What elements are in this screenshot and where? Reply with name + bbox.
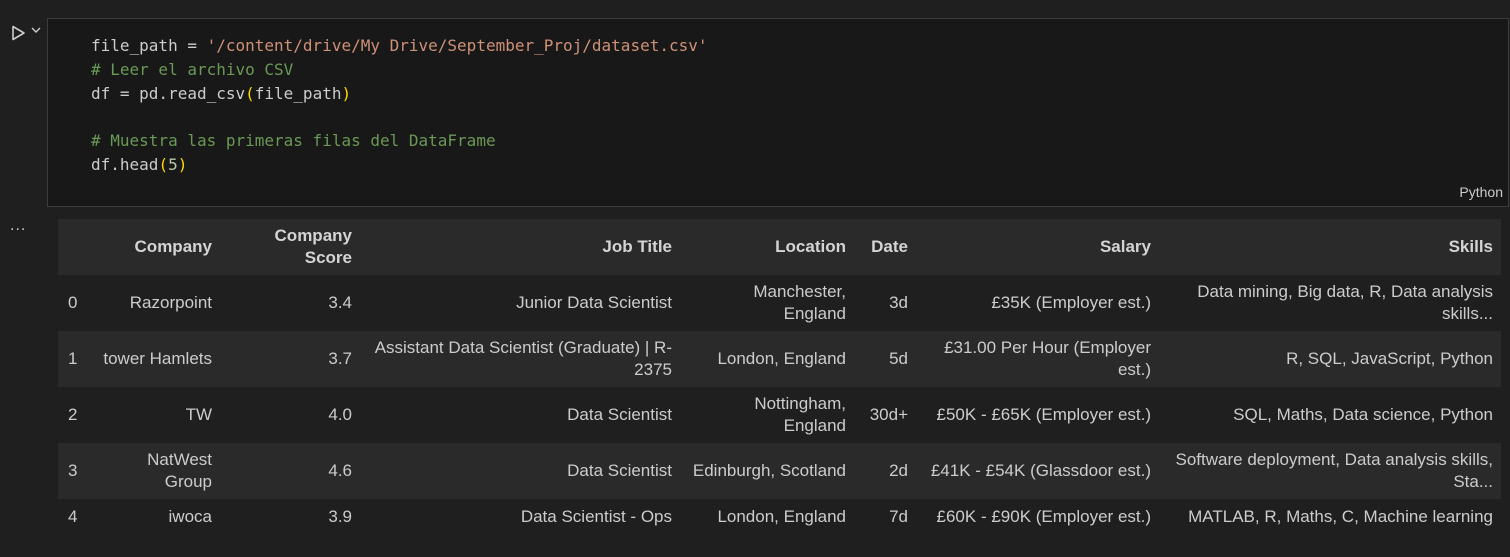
run-cell-icon[interactable] <box>9 24 27 42</box>
column-header-company: Company <box>90 219 220 275</box>
code-block[interactable]: file_path = '/content/drive/My Drive/Sep… <box>91 34 708 177</box>
cell-company: iwoca <box>168 507 212 526</box>
cell-date: 5d <box>889 349 908 368</box>
column-header-date: Date <box>854 219 916 275</box>
code-line: df.head(5) <box>91 153 708 177</box>
cell-salary: £60K - £90K (Employer est.) <box>936 507 1151 526</box>
cell-company-score: 4.6 <box>328 461 352 480</box>
cell-job-title: Junior Data Scientist <box>516 293 672 312</box>
chevron-down-icon[interactable] <box>30 24 42 36</box>
cell-company-score: 3.4 <box>328 293 352 312</box>
notebook-view: file_path = '/content/drive/My Drive/Sep… <box>0 0 1510 557</box>
cell-date: 2d <box>889 461 908 480</box>
cell-date: 30d+ <box>869 405 908 424</box>
cell-company: Razorpoint <box>129 293 212 312</box>
code-token: ( <box>245 83 255 103</box>
column-header-skills: Skills <box>1159 219 1501 275</box>
table-row: 3 NatWest Group 4.6 Data Scientist Edinburgh… <box>58 443 1501 499</box>
cell-company: TW <box>185 405 212 424</box>
cell-company: tower Hamlets <box>103 349 212 368</box>
code-token: ( <box>158 154 169 174</box>
table-row: 0 Razorpoint 3.4 Junior Data Scientist Manch… <box>58 275 1501 331</box>
table-row: 1 tower Hamlets 3.7 Assistant Data Scientis… <box>58 331 1501 387</box>
cell-date: 3d <box>889 293 908 312</box>
column-header-index <box>58 219 90 275</box>
table-row: 2 TW 4.0 Data Scientist Nottingham, England 3… <box>58 387 1501 443</box>
column-header-location: Location <box>680 219 854 275</box>
cell-location: Nottingham, England <box>754 394 846 435</box>
column-header-job-title: Job Title <box>360 219 680 275</box>
code-token: file_path <box>254 83 342 103</box>
code-token: # Leer el archivo CSV <box>91 59 294 79</box>
cell-location: Manchester, England <box>753 282 846 323</box>
code-token: # Muestra las primeras filas del DataFra… <box>91 131 496 151</box>
cell-company-score: 3.7 <box>328 349 352 368</box>
cell-company-score: 3.9 <box>328 507 352 526</box>
cell-index: 4 <box>68 507 78 526</box>
cell-skills: Software deployment, Data analysis skill… <box>1175 450 1493 491</box>
code-line: # Leer el archivo CSV <box>91 58 708 82</box>
code-line: df = pd.read_csv(file_path) <box>91 82 708 106</box>
code-line: # Muestra las primeras filas del DataFra… <box>91 129 708 153</box>
cell-location: Edinburgh, Scotland <box>692 461 846 480</box>
cell-company-score: 4.0 <box>328 405 352 424</box>
cell-salary: £35K (Employer est.) <box>991 293 1151 312</box>
cell-salary: £41K - £54K (Glassdoor est.) <box>930 461 1151 480</box>
cell-salary: £50K - £65K (Employer est.) <box>936 405 1151 424</box>
cell-skills: SQL, Maths, Data science, Python <box>1233 405 1493 424</box>
cell-language-label[interactable]: Python <box>1459 184 1503 200</box>
cell-location: London, England <box>717 349 846 368</box>
code-token: df.head <box>91 154 159 174</box>
table-row: 4 iwoca 3.9 Data Scientist - Ops London, Eng… <box>58 499 1501 535</box>
dataframe-output: Company Company Score Job Title Location… <box>58 219 1501 535</box>
cell-skills: R, SQL, JavaScript, Python <box>1286 349 1493 368</box>
table-header-row: Company Company Score Job Title Location… <box>58 219 1501 275</box>
table-body: 0 Razorpoint 3.4 Junior Data Scientist Manch… <box>58 275 1501 535</box>
code-token: '/content/drive/My Drive/September_Proj/… <box>206 36 708 55</box>
cell-date: 7d <box>889 507 908 526</box>
cell-job-title: Data Scientist - Ops <box>520 507 672 526</box>
cell-job-title: Assistant Data Scientist (Graduate) | R-… <box>374 338 672 379</box>
code-cell-editor[interactable]: file_path = '/content/drive/My Drive/Sep… <box>47 18 1509 207</box>
column-header-company-score: Company Score <box>220 219 360 275</box>
cell-index: 0 <box>68 293 78 312</box>
cell-index: 2 <box>68 405 78 424</box>
dataframe-table: Company Company Score Job Title Location… <box>58 219 1501 535</box>
code-token: file_path = <box>91 36 207 55</box>
code-line: file_path = '/content/drive/My Drive/Sep… <box>91 34 708 58</box>
cell-index: 1 <box>68 349 78 368</box>
cell-job-title: Data Scientist <box>567 405 672 424</box>
cell-skills: Data mining, Big data, R, Data analysis … <box>1197 282 1493 323</box>
code-token: df = pd.read_csv <box>91 83 246 103</box>
cell-skills: MATLAB, R, Maths, C, Machine learning <box>1188 507 1493 526</box>
cell-job-title: Data Scientist <box>567 461 672 480</box>
code-token: 5 <box>168 154 178 174</box>
cell-location: London, England <box>717 507 846 526</box>
cell-salary: £31.00 Per Hour (Employer est.) <box>944 338 1151 379</box>
output-more-actions-icon[interactable]: ... <box>10 218 32 234</box>
cell-index: 3 <box>68 461 78 480</box>
cell-gutter <box>0 18 46 48</box>
cell-company: NatWest Group <box>147 450 212 491</box>
code-token: ) <box>341 83 352 103</box>
column-header-salary: Salary <box>916 219 1159 275</box>
code-token: ) <box>177 154 188 174</box>
